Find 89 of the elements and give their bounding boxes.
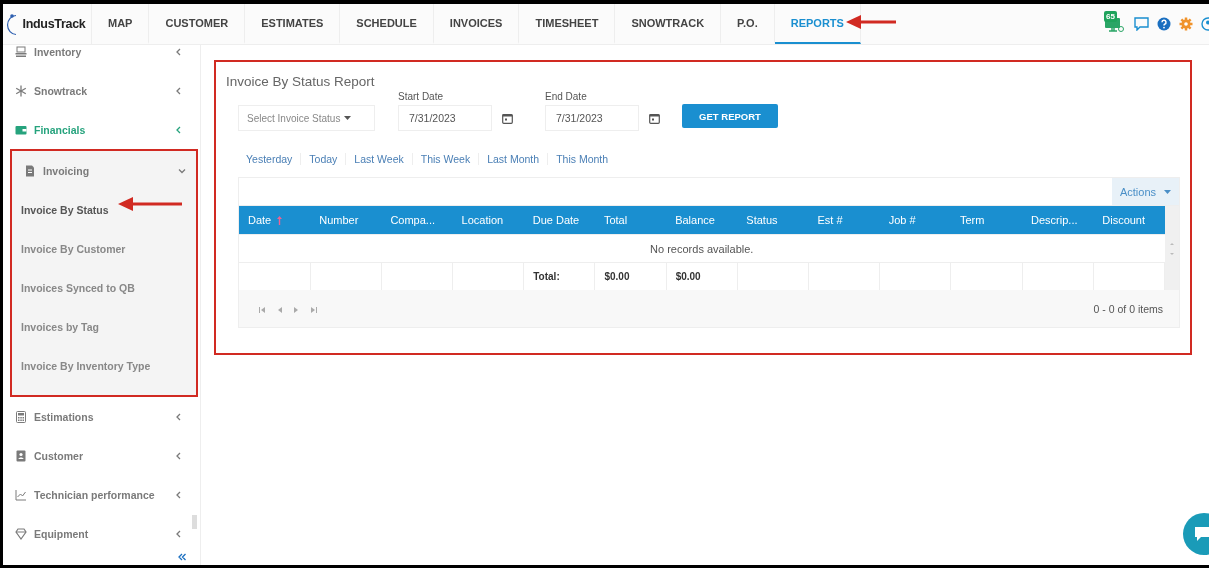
chevron-left-icon — [175, 47, 183, 56]
sidebar-subitem[interactable]: Invoices Synced to QB — [12, 268, 141, 307]
chevron-down-icon — [178, 166, 186, 175]
sidebar-subitem[interactable]: Invoice By Inventory Type — [12, 346, 157, 385]
column-header[interactable]: Discount — [1093, 206, 1165, 235]
previous-icon — [277, 307, 282, 313]
status-dropdown[interactable]: Select Invoice Status — [238, 105, 375, 131]
document-icon — [24, 164, 36, 177]
date-range-link[interactable]: Last Week — [346, 153, 413, 165]
next-icon — [294, 307, 299, 313]
column-header[interactable]: Due Date — [523, 206, 595, 235]
settings-icon[interactable] — [1179, 17, 1193, 31]
calendar-icon[interactable] — [649, 112, 660, 124]
nav-tab[interactable]: P.O. — [721, 4, 775, 44]
sort-arrow-icon — [277, 215, 283, 225]
date-range-link[interactable]: This Month — [548, 153, 617, 165]
calendar-icon[interactable] — [502, 112, 513, 124]
chevron-left-icon — [175, 412, 183, 421]
line-chart-icon — [15, 488, 27, 501]
chevron-left-icon — [175, 125, 183, 134]
column-header[interactable]: Date — [239, 206, 311, 235]
nav-tab[interactable]: SCHEDULE — [340, 4, 434, 44]
sidebar-subitem[interactable]: Invoices by Tag — [12, 307, 105, 346]
date-field[interactable]: 7/31/2023 — [545, 105, 639, 131]
chevron-left-icon — [175, 529, 183, 538]
sidebar-item[interactable]: Customer — [3, 436, 193, 475]
column-header[interactable]: Job # — [879, 206, 951, 235]
report-title: Invoice By Status Report — [226, 74, 376, 89]
column-header[interactable]: Balance — [666, 206, 738, 235]
sidebar-subitem[interactable]: Invoice By Status — [12, 190, 115, 229]
empty-message: No records available. — [239, 234, 1165, 263]
logo[interactable]: IndusTrack — [3, 4, 92, 44]
snowflake-icon — [15, 84, 27, 97]
nav-tab[interactable]: CUSTOMER — [149, 4, 246, 44]
actions-button[interactable]: Actions — [1111, 178, 1179, 205]
nav-tab[interactable]: INVOICES — [433, 4, 520, 44]
contact-book-icon — [15, 449, 27, 462]
notification-count: 65 — [1104, 11, 1117, 22]
help-icon[interactable] — [1157, 17, 1171, 31]
first-page-icon — [259, 307, 265, 313]
field-label: Start Date — [398, 91, 445, 102]
scrollbar-thumb[interactable] — [192, 515, 197, 529]
date-range-link[interactable]: Yesterday — [238, 153, 302, 165]
column-header[interactable]: Term — [950, 206, 1023, 235]
caret-icon — [1164, 189, 1171, 194]
column-header[interactable]: Descrip... — [1022, 206, 1094, 235]
total-cell: $0.00 — [666, 262, 738, 290]
chevron-left-icon — [175, 490, 183, 499]
column-header[interactable]: Total — [594, 206, 667, 235]
annotation-arrow — [118, 197, 182, 211]
total-cell: Total: — [523, 262, 595, 290]
double-chevron-icon — [178, 553, 186, 561]
date-range-link[interactable]: This Week — [412, 153, 480, 165]
calculator-icon — [15, 410, 27, 423]
column-header[interactable]: Compa... — [381, 206, 453, 235]
sidebar-item[interactable]: Technician performance — [3, 475, 193, 514]
annotation-arrow — [846, 15, 896, 29]
chat-icon — [1193, 525, 1209, 543]
sidebar-item[interactable]: Invoicing — [12, 151, 196, 190]
chevron-left-icon — [175, 86, 183, 95]
date-field[interactable]: 7/31/2023 — [398, 105, 492, 131]
sidebar-item[interactable]: Inventory — [3, 45, 193, 71]
column-header[interactable]: Location — [452, 206, 524, 235]
sidebar-item[interactable]: Snowtrack — [3, 71, 193, 110]
column-header[interactable]: Status — [737, 206, 809, 235]
date-range-link[interactable]: Last Month — [479, 153, 549, 165]
nav-tab[interactable]: MAP — [92, 4, 150, 44]
ring-icon — [4, 12, 18, 36]
nav-tab[interactable]: ESTIMATES — [245, 4, 341, 44]
total-cell: $0.00 — [594, 262, 667, 290]
last-page-icon — [311, 307, 317, 313]
date-range-link[interactable]: Today — [301, 153, 347, 165]
nav-tab[interactable]: TIMESHEET — [519, 4, 616, 44]
column-header[interactable]: Est # — [808, 206, 880, 235]
nav-tab[interactable]: SNOWTRACK — [615, 4, 722, 44]
get-report-button[interactable]: GET REPORT — [682, 104, 778, 128]
chevron-left-icon — [175, 451, 183, 460]
pager-info: 0 - 0 of 0 items — [1093, 302, 1163, 315]
sidebar-item[interactable]: Estimations — [3, 397, 193, 436]
chat-icon[interactable] — [1134, 17, 1149, 31]
caret-icon — [344, 116, 352, 120]
field-label: End Date — [545, 91, 588, 102]
sidebar-item[interactable]: Financials — [3, 110, 193, 149]
pallet-icon — [15, 45, 27, 58]
column-header[interactable]: Number — [310, 206, 382, 235]
wallet-icon — [15, 123, 27, 136]
gem-icon — [15, 527, 27, 540]
sidebar-subitem[interactable]: Invoice By Customer — [12, 229, 132, 268]
sidebar-item[interactable]: Equipment — [3, 514, 193, 553]
